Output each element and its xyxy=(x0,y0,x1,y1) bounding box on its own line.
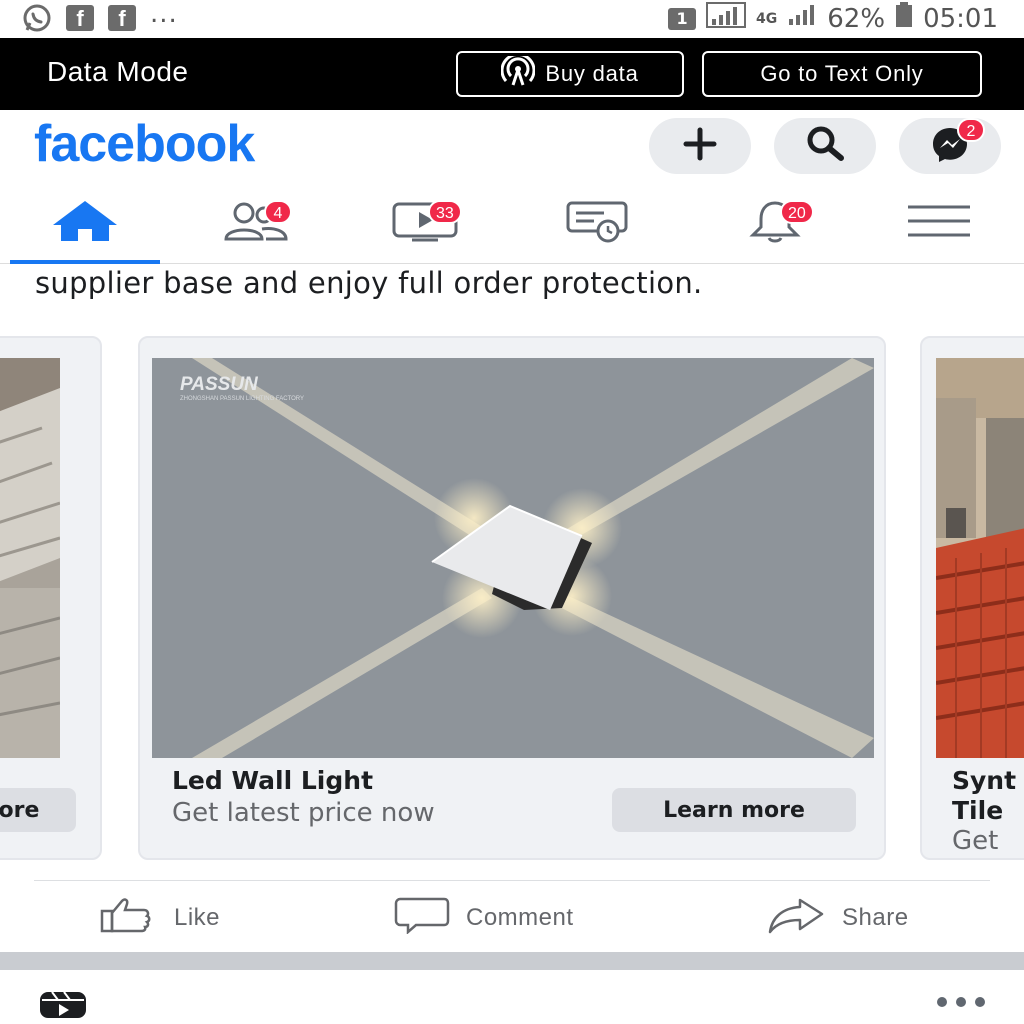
clock: 05:01 xyxy=(923,3,998,34)
sim-indicator: 1 xyxy=(668,7,697,30)
tab-marketplace[interactable] xyxy=(522,182,672,264)
main-nav: 4 33 20 xyxy=(0,182,1024,264)
comment-button[interactable]: Comment xyxy=(394,892,574,944)
like-label: Like xyxy=(174,904,221,931)
whatsapp-icon xyxy=(22,4,52,32)
notifications-badge: 20 xyxy=(780,200,814,224)
right-card-title-line2: Tile xyxy=(952,796,1004,825)
right-card-subtitle: Get xyxy=(952,826,999,856)
tab-menu[interactable] xyxy=(864,182,1014,264)
data-mode-bar: Data Mode Buy data Go to Text Only xyxy=(0,38,1024,110)
watch-badge: 33 xyxy=(428,200,462,224)
carousel-card-right[interactable]: Synt Tile Get xyxy=(920,336,1024,860)
led-wall-light-image: PASSUN ZHONGSHAN PASSUN LIGHTING FACTORY xyxy=(152,358,874,758)
stone-wall-image xyxy=(0,358,60,758)
hamburger-menu-icon xyxy=(906,203,972,243)
search-icon xyxy=(803,122,847,170)
learn-more-button[interactable]: Learn more xyxy=(612,788,856,832)
facebook-logo[interactable]: facebook xyxy=(34,114,255,174)
battery-percent: 62% xyxy=(827,3,886,34)
more-options-icon[interactable] xyxy=(934,994,988,1014)
right-card-title-line1: Synt xyxy=(952,766,1017,795)
active-tab-indicator xyxy=(10,260,160,264)
memories-icon xyxy=(564,199,630,247)
carousel-card-led-wall-light[interactable]: PASSUN ZHONGSHAN PASSUN LIGHTING FACTORY… xyxy=(138,336,886,860)
buy-data-label: Buy data xyxy=(545,61,639,86)
feed-separator xyxy=(0,952,1024,970)
text-only-label: Go to Text Only xyxy=(760,61,924,86)
network-type: 4G xyxy=(756,10,778,27)
share-label: Share xyxy=(842,904,909,931)
actions-divider xyxy=(34,880,990,881)
messenger-button[interactable]: 2 xyxy=(899,118,1001,174)
more-notifications: ... xyxy=(150,0,178,29)
card-title: Led Wall Light xyxy=(172,766,374,795)
signal-icon xyxy=(706,2,747,35)
broadcast-icon xyxy=(500,52,536,92)
home-icon xyxy=(49,199,121,247)
battery-icon xyxy=(895,2,913,35)
messenger-badge: 2 xyxy=(957,118,985,142)
passun-logo-subtitle: ZHONGSHAN PASSUN LIGHTING FACTORY xyxy=(180,396,304,402)
carousel-card-left[interactable]: ore xyxy=(0,336,102,860)
friends-badge: 4 xyxy=(264,200,292,224)
signal-bars-icon xyxy=(787,3,817,34)
thumbs-up-icon xyxy=(100,897,158,940)
like-button[interactable]: Like xyxy=(100,892,220,944)
card-subtitle: Get latest price now xyxy=(172,798,435,828)
data-mode-label: Data Mode xyxy=(47,56,189,87)
tab-friends[interactable]: 4 xyxy=(180,182,330,264)
plus-icon xyxy=(680,124,720,168)
roof-tiles-image xyxy=(936,358,1024,758)
tab-watch[interactable]: 33 xyxy=(350,182,500,264)
create-post-button[interactable] xyxy=(649,118,751,174)
passun-logo: PASSUN xyxy=(180,374,259,395)
share-icon xyxy=(768,896,826,941)
buy-data-button[interactable]: Buy data xyxy=(456,51,684,97)
status-bar: f f ... 1 4G 62% 05:01 xyxy=(0,0,1024,38)
post-text: supplier base and enjoy full order prote… xyxy=(35,266,703,300)
facebook-icon: f xyxy=(66,5,94,31)
facebook-header: facebook 2 xyxy=(0,110,1024,182)
share-button[interactable]: Share xyxy=(768,892,909,944)
comment-label: Comment xyxy=(466,904,574,931)
comment-icon xyxy=(394,896,450,941)
search-button[interactable] xyxy=(774,118,876,174)
reels-icon[interactable] xyxy=(38,990,88,1024)
left-card-learn-more-button[interactable]: ore xyxy=(0,788,76,832)
tab-notifications[interactable]: 20 xyxy=(700,182,850,264)
tab-home[interactable] xyxy=(10,182,160,264)
go-to-text-only-button[interactable]: Go to Text Only xyxy=(702,51,982,97)
facebook-icon: f xyxy=(108,5,136,31)
next-post-header xyxy=(0,970,1024,1024)
